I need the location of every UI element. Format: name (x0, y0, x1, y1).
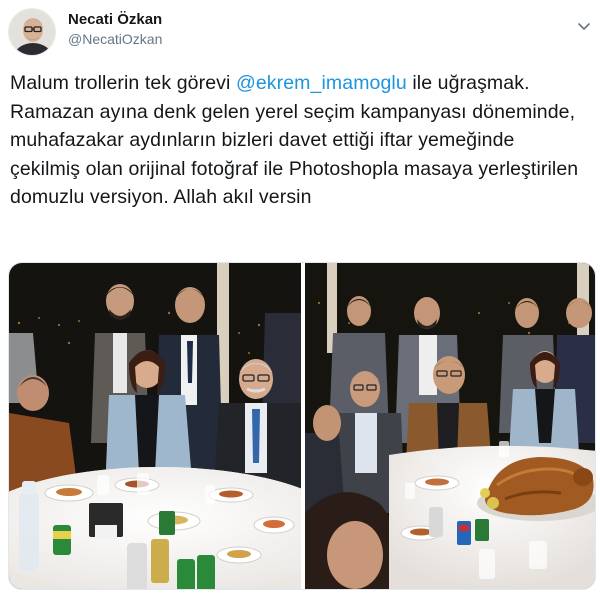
author-handle[interactable]: @NecatiOzkan (68, 30, 162, 48)
mention-link[interactable]: @ekrem_imamoglu (236, 72, 407, 94)
original-photo (9, 263, 349, 589)
avatar-photo (9, 9, 55, 55)
chevron-down-icon[interactable] (576, 18, 592, 34)
tweet-media[interactable] (8, 262, 596, 590)
author-display-name[interactable]: Necati Özkan (68, 10, 162, 30)
avatar[interactable] (8, 8, 56, 56)
author-info: Necati Özkan @NecatiOzkan (68, 10, 162, 48)
media-photos (9, 263, 595, 589)
edited-photo (305, 263, 595, 589)
tweet-text-part: Malum trollerin tek görevi (10, 72, 236, 94)
tweet-text: Malum trollerin tek görevi @ekrem_imamog… (10, 69, 590, 212)
tweet-card: Necati Özkan @NecatiOzkan Malum trolleri… (0, 0, 600, 595)
tweet-header: Necati Özkan @NecatiOzkan (8, 6, 590, 58)
